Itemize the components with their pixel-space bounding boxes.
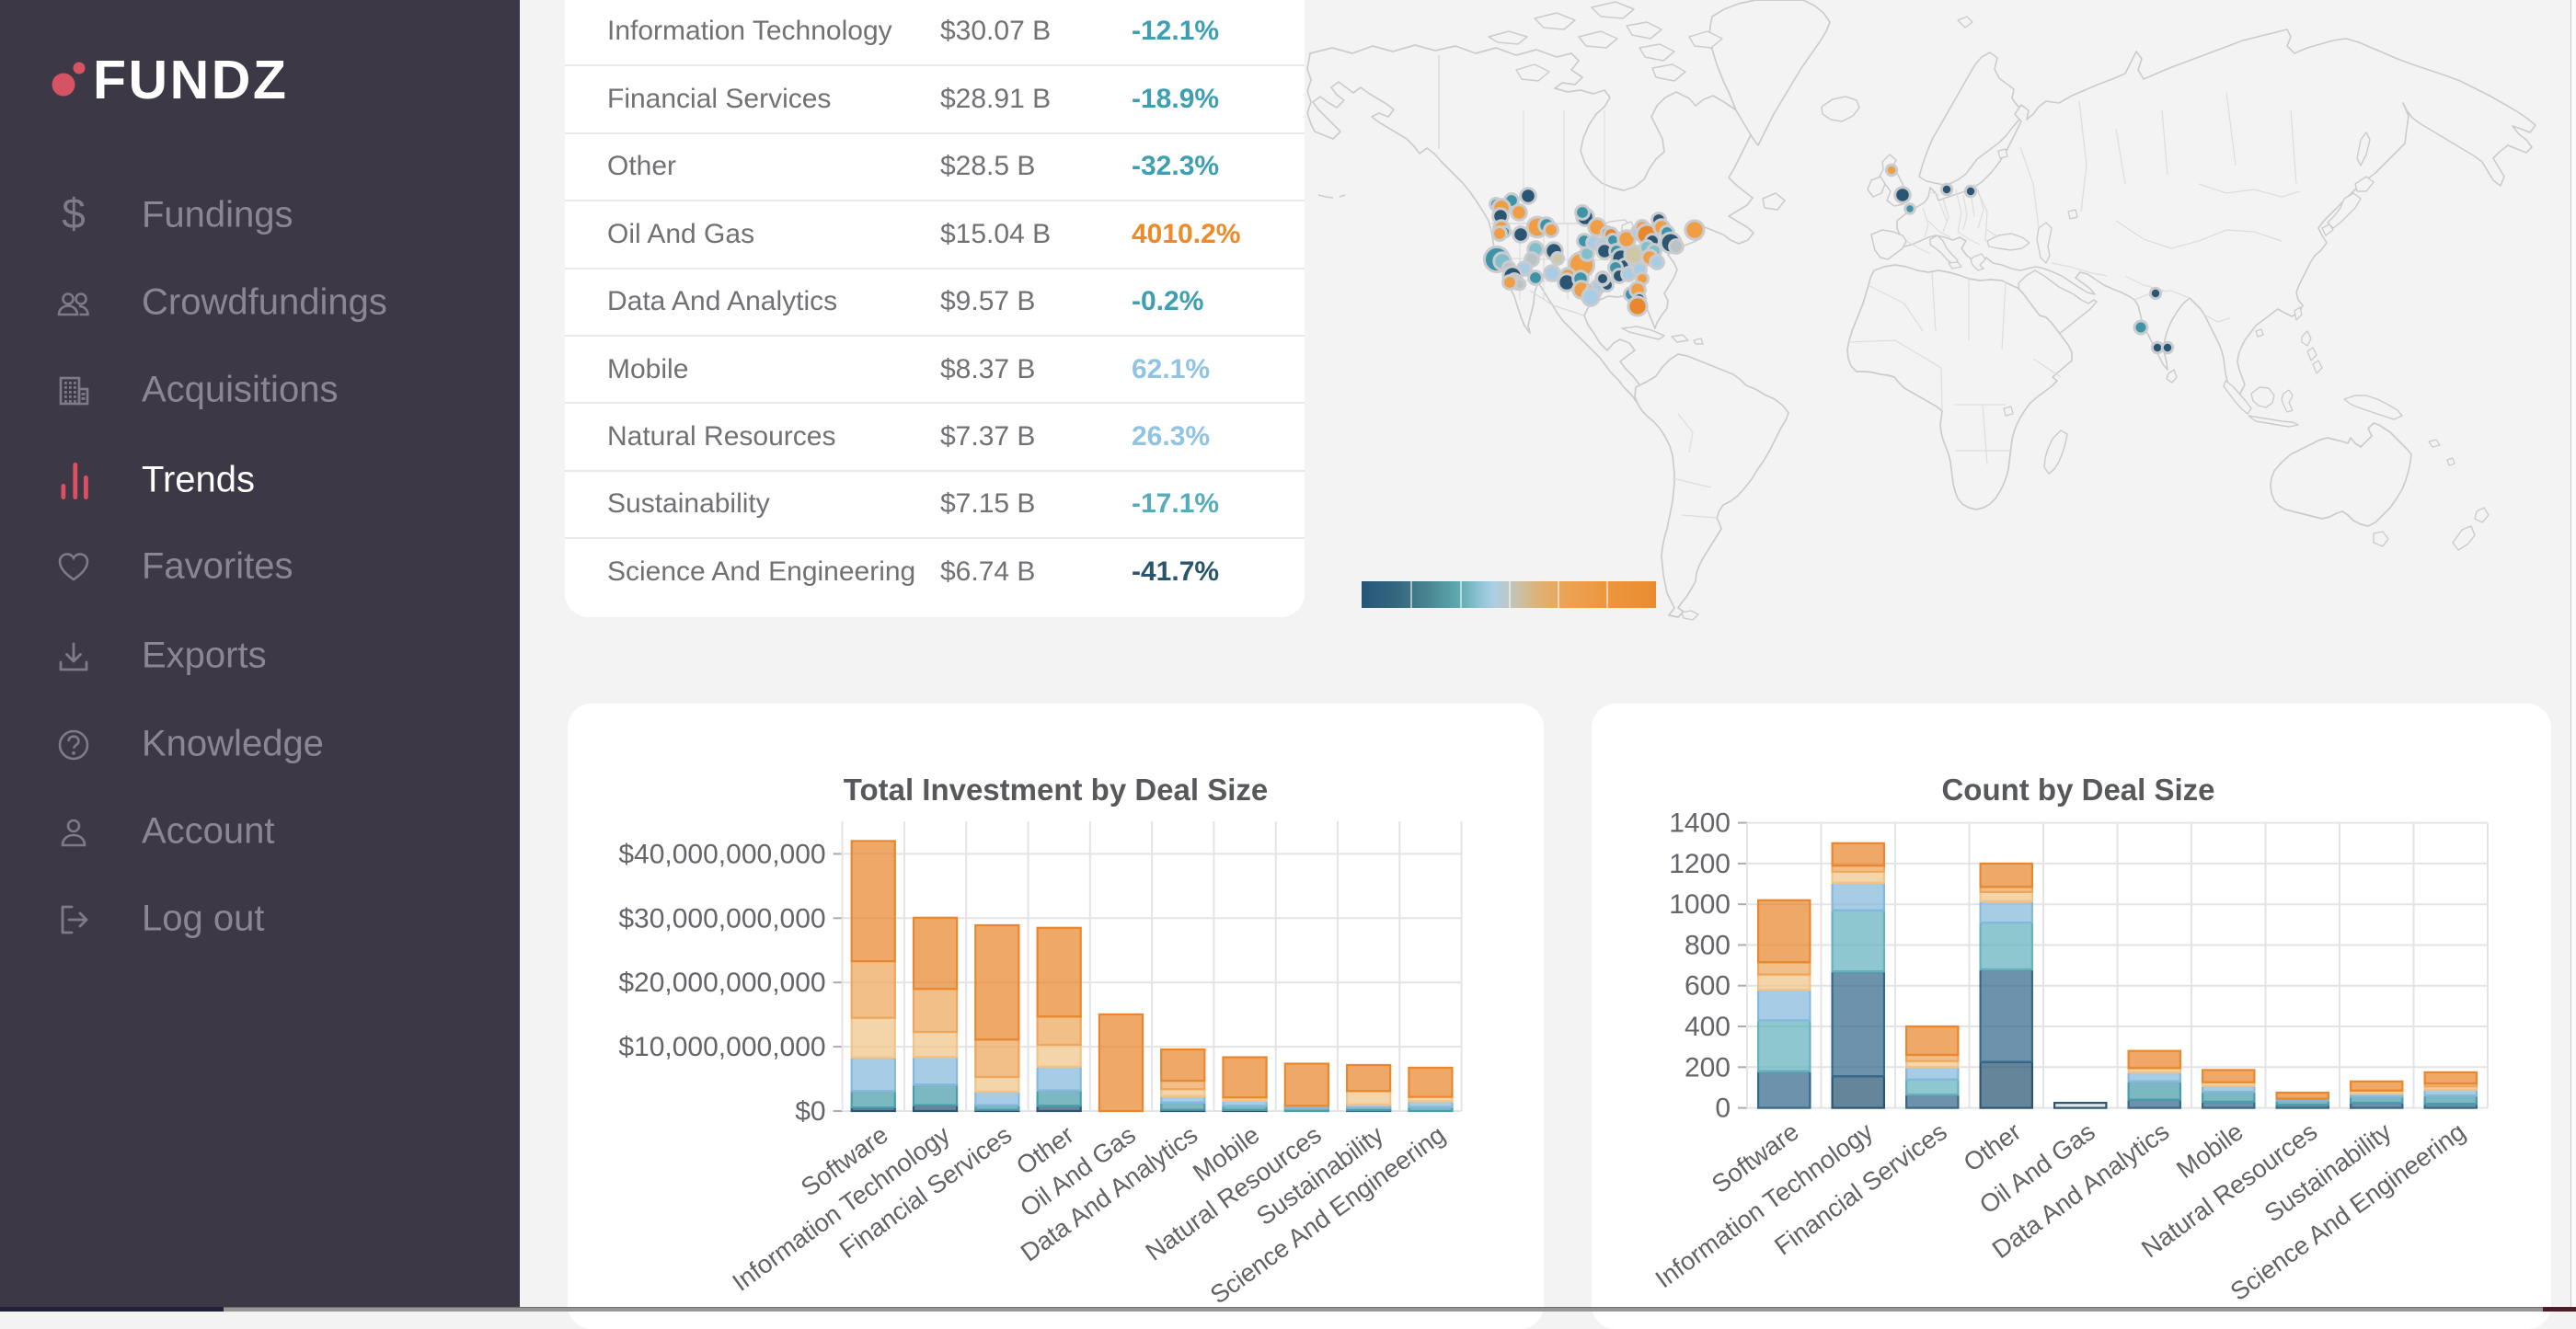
svg-text:Count by Deal Size: Count by Deal Size bbox=[1941, 773, 2214, 807]
svg-text:400: 400 bbox=[1685, 1012, 1731, 1042]
svg-text:$0: $0 bbox=[795, 1096, 825, 1127]
svg-text:$20,000,000,000: $20,000,000,000 bbox=[618, 968, 825, 998]
svg-text:1000: 1000 bbox=[1669, 889, 1731, 920]
svg-text:200: 200 bbox=[1685, 1052, 1731, 1083]
svg-text:FUNDZ: FUNDZ bbox=[93, 50, 288, 110]
svg-text:$10,000,000,000: $10,000,000,000 bbox=[618, 1032, 825, 1062]
svg-text:0: 0 bbox=[1715, 1094, 1731, 1124]
svg-text:800: 800 bbox=[1685, 931, 1731, 961]
svg-text:$30,000,000,000: $30,000,000,000 bbox=[618, 903, 825, 934]
svg-text:$: $ bbox=[62, 196, 86, 236]
svg-text:$40,000,000,000: $40,000,000,000 bbox=[618, 839, 825, 869]
svg-text:600: 600 bbox=[1685, 971, 1731, 1002]
svg-text:1400: 1400 bbox=[1669, 808, 1731, 839]
svg-text:1200: 1200 bbox=[1669, 849, 1731, 879]
svg-text:Total Investment by Deal Size: Total Investment by Deal Size bbox=[844, 773, 1269, 807]
